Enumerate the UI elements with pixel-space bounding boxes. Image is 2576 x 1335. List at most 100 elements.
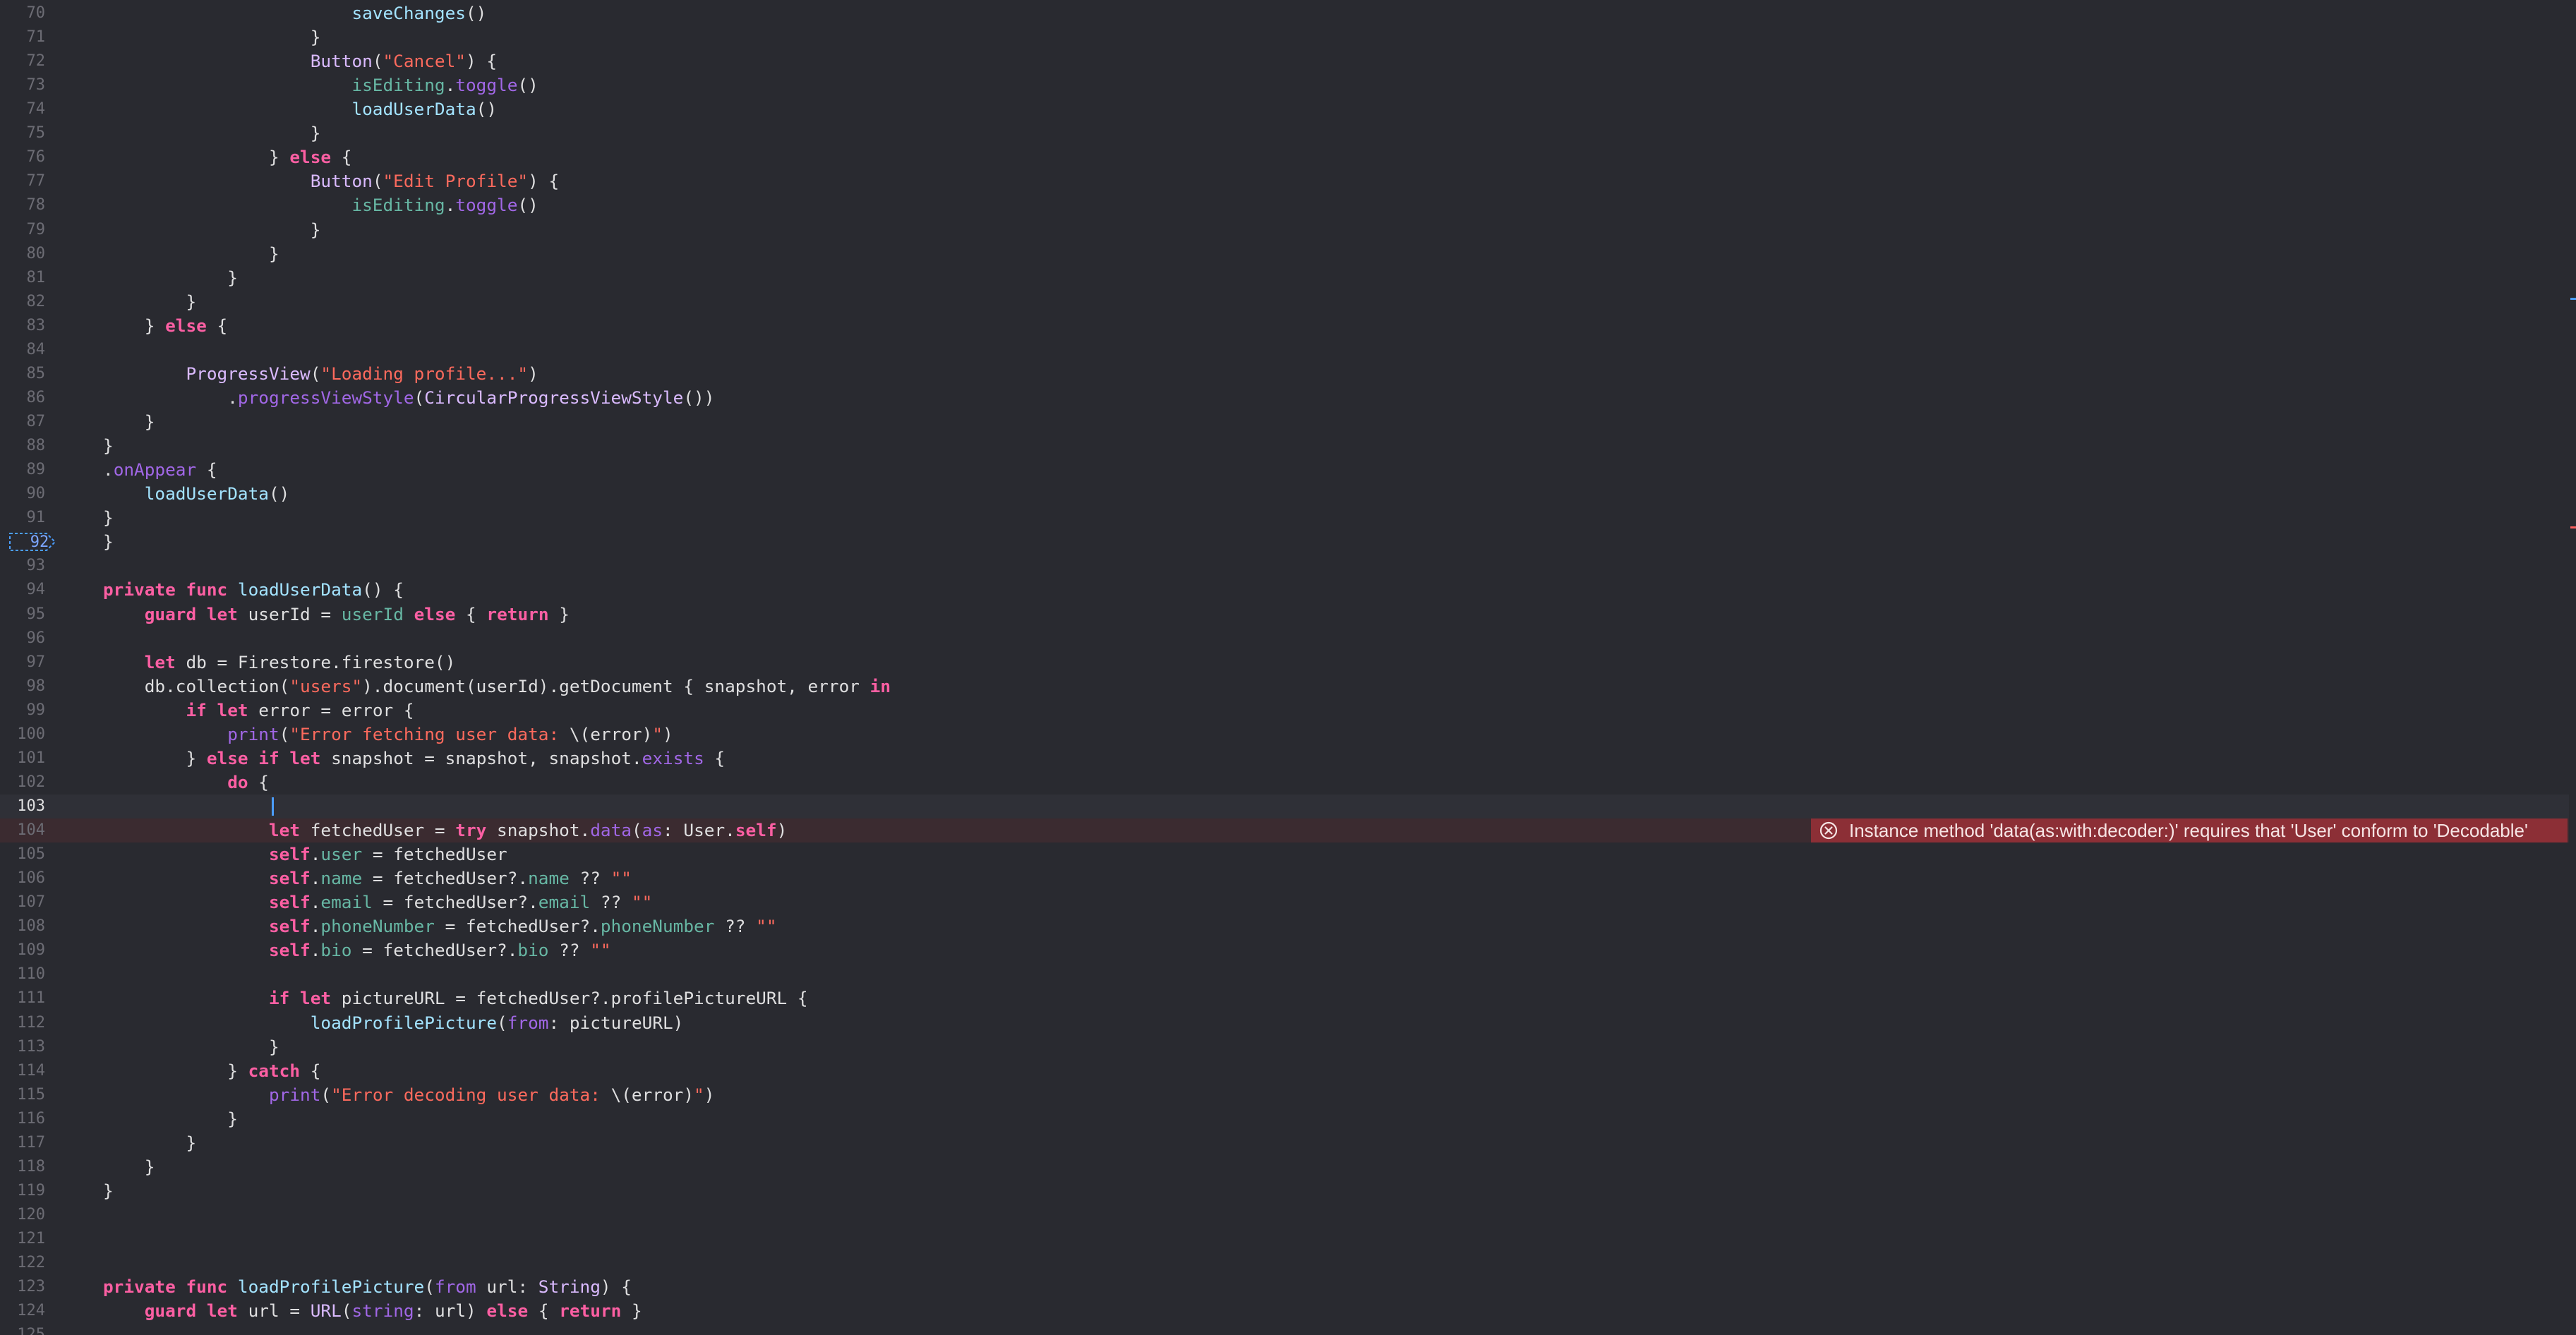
line-number[interactable]: 121 (0, 1227, 45, 1251)
line-number[interactable]: 124 (0, 1299, 45, 1323)
code-text[interactable]: } (103, 506, 114, 530)
line-number[interactable]: 105 (0, 842, 45, 866)
breakpoint-marker[interactable]: 92 (8, 531, 56, 552)
code-line[interactable]: 94 private func loadUserData() { (0, 578, 2569, 602)
code-line[interactable]: 105 self.user = fetchedUser (0, 842, 2569, 866)
code-line[interactable]: 80 } (0, 242, 2569, 266)
code-line[interactable]: 118 } (0, 1155, 2569, 1179)
line-number[interactable]: 89 (0, 458, 46, 482)
code-line[interactable]: 99 if let error = error { (0, 699, 2569, 723)
code-line[interactable]: 85 ProgressView("Loading profile...") (0, 362, 2569, 386)
line-number[interactable]: 94 (0, 578, 46, 602)
code-text[interactable]: Button("Cancel") { (103, 49, 497, 73)
line-number[interactable]: 83 (0, 314, 46, 338)
code-line[interactable]: 77 Button("Edit Profile") { (0, 169, 2569, 193)
code-text[interactable]: ProgressView("Loading profile...") (103, 362, 538, 386)
code-text[interactable]: loadProfilePicture(from: pictureURL) (103, 1011, 684, 1035)
code-line[interactable]: 104 let fetchedUser = try snapshot.data(… (0, 818, 2569, 843)
line-number[interactable]: 93 (0, 554, 46, 578)
code-line[interactable]: 81 } (0, 266, 2569, 290)
code-line[interactable]: 106 self.name = fetchedUser?.name ?? "" (0, 866, 2569, 890)
code-text[interactable]: isEditing.toggle() (103, 193, 538, 217)
code-text[interactable]: } (103, 1131, 196, 1155)
line-number[interactable]: 112 (0, 1011, 45, 1035)
code-line[interactable]: 93 (0, 554, 2569, 578)
code-text[interactable]: } (103, 530, 114, 554)
line-number[interactable]: 119 (0, 1179, 45, 1203)
line-number[interactable]: 115 (0, 1083, 45, 1107)
code-line[interactable]: 87 } (0, 410, 2569, 434)
code-line[interactable]: 123 private func loadProfilePicture(from … (0, 1275, 2569, 1299)
line-number[interactable]: 84 (0, 338, 46, 362)
code-text[interactable]: print("Error fetching user data: \(error… (103, 723, 673, 747)
code-line[interactable]: 112 loadProfilePicture(from: pictureURL) (0, 1011, 2569, 1035)
code-line[interactable]: 73 isEditing.toggle() (0, 73, 2569, 97)
code-line[interactable]: 108 self.phoneNumber = fetchedUser?.phon… (0, 914, 2569, 938)
line-number[interactable]: 76 (0, 145, 46, 169)
error-banner[interactable]: Instance method 'data(as:with:decoder:)'… (1811, 818, 2568, 843)
line-number[interactable]: 118 (0, 1155, 45, 1179)
code-text[interactable]: guard let url = URL(string: url) else { … (103, 1299, 642, 1323)
line-number[interactable]: 90 (0, 482, 46, 506)
code-line[interactable]: 101 } else if let snapshot = snapshot, s… (0, 747, 2569, 771)
code-line[interactable]: 121 (0, 1227, 2569, 1251)
line-number[interactable]: 98 (0, 675, 46, 699)
line-number[interactable]: 70 (0, 1, 46, 25)
code-line[interactable]: 122 (0, 1251, 2569, 1275)
line-number[interactable]: 99 (0, 699, 46, 723)
code-text[interactable]: } catch { (103, 1059, 320, 1083)
code-text[interactable]: } (103, 1035, 279, 1059)
line-number[interactable]: 91 (0, 506, 46, 530)
line-number[interactable]: 96 (0, 627, 46, 651)
line-number[interactable]: 116 (0, 1107, 45, 1131)
code-text[interactable]: let db = Firestore.firestore() (103, 651, 456, 675)
code-line[interactable]: 102 do { (0, 771, 2569, 795)
line-number[interactable]: 122 (0, 1251, 45, 1275)
code-text[interactable]: self.email = fetchedUser?.email ?? "" (103, 890, 652, 914)
line-number[interactable]: 120 (0, 1203, 45, 1227)
line-number[interactable]: 108 (0, 914, 45, 938)
code-line[interactable]: 90 loadUserData() (0, 482, 2569, 506)
code-text[interactable]: .progressViewStyle(CircularProgressViewS… (103, 386, 714, 410)
line-number[interactable]: 101 (0, 747, 45, 771)
line-number[interactable]: 80 (0, 242, 46, 266)
code-text[interactable]: db.collection("users").document(userId).… (103, 675, 891, 699)
code-line[interactable]: 71 } (0, 25, 2569, 49)
code-line[interactable]: 84 (0, 338, 2569, 362)
code-text[interactable]: private func loadUserData() { (103, 578, 404, 602)
code-line[interactable]: 98 db.collection("users").document(userI… (0, 675, 2569, 699)
line-number[interactable]: 74 (0, 97, 46, 121)
line-number[interactable]: 107 (0, 890, 45, 914)
line-number[interactable]: 86 (0, 386, 46, 410)
code-line[interactable]: 86 .progressViewStyle(CircularProgressVi… (0, 386, 2569, 410)
line-number[interactable]: 72 (0, 49, 46, 73)
line-number[interactable]: 81 (0, 266, 46, 290)
code-line[interactable]: 72 Button("Cancel") { (0, 49, 2569, 73)
code-text[interactable]: } (103, 290, 196, 314)
code-text[interactable]: } else { (103, 145, 352, 169)
code-line[interactable]: 76 } else { (0, 145, 2569, 169)
code-text[interactable]: print("Error decoding user data: \(error… (103, 1083, 714, 1107)
code-line[interactable]: 119} (0, 1179, 2569, 1203)
code-text[interactable]: guard let userId = userId else { return … (103, 603, 570, 627)
code-text[interactable]: self.name = fetchedUser?.name ?? "" (103, 866, 632, 890)
code-line[interactable]: 124 guard let url = URL(string: url) els… (0, 1299, 2569, 1323)
code-text[interactable]: } else { (103, 314, 228, 338)
line-number[interactable]: 117 (0, 1131, 45, 1155)
line-number[interactable]: 85 (0, 362, 46, 386)
code-line[interactable]: 82 } (0, 290, 2569, 314)
code-line[interactable]: 100 print("Error fetching user data: \(e… (0, 723, 2569, 747)
code-text[interactable]: } (103, 1107, 238, 1131)
code-text[interactable]: isEditing.toggle() (103, 73, 538, 97)
line-number[interactable]: 123 (0, 1275, 45, 1299)
line-number[interactable]: 111 (0, 986, 45, 1010)
code-text[interactable]: self.bio = fetchedUser?.bio ?? "" (103, 938, 611, 962)
code-text[interactable]: } (103, 410, 155, 434)
code-text[interactable]: } else if let snapshot = snapshot, snaps… (103, 747, 725, 771)
line-number[interactable]: 109 (0, 938, 45, 962)
code-text[interactable]: loadUserData() (103, 482, 290, 506)
code-line[interactable]: 89 .onAppear { (0, 458, 2569, 482)
code-line[interactable]: 113 } (0, 1035, 2569, 1059)
code-line[interactable]: 109 self.bio = fetchedUser?.bio ?? "" (0, 938, 2569, 962)
line-number[interactable]: 77 (0, 169, 46, 193)
